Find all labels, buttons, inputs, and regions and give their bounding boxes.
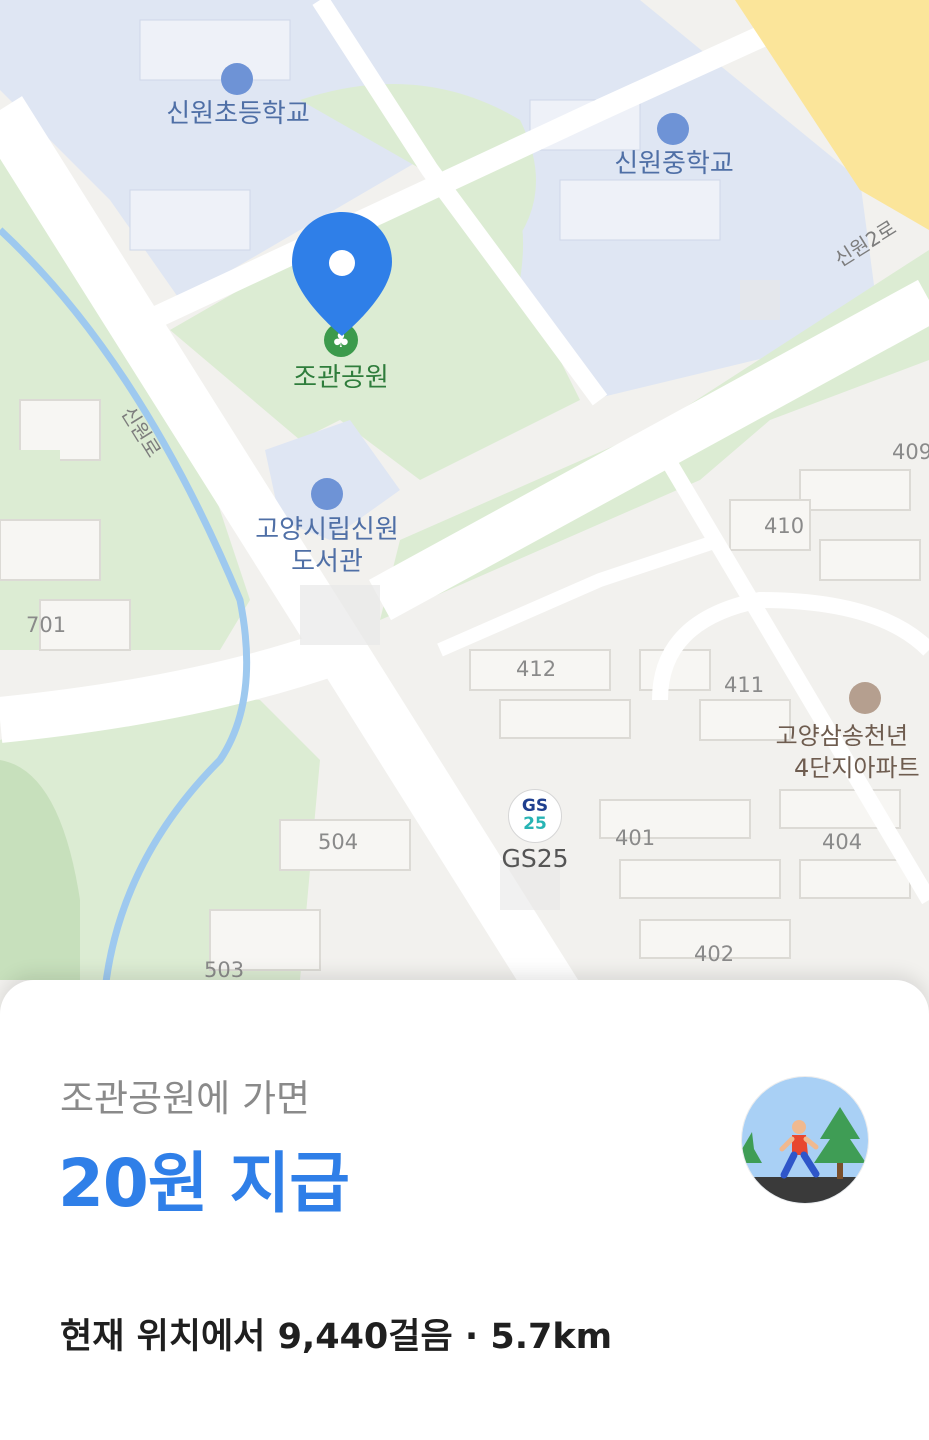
building-number: 504 bbox=[318, 830, 359, 854]
walking-illustration-icon bbox=[741, 1076, 869, 1204]
building-number: 503 bbox=[204, 958, 245, 982]
library-label-line2: 도서관 bbox=[291, 547, 363, 577]
building-number: 411 bbox=[724, 673, 765, 697]
apartment-icon bbox=[849, 682, 881, 714]
library-label-line1: 고양시립신원 bbox=[255, 515, 399, 545]
gs25-store-icon[interactable]: GS 25 bbox=[508, 789, 562, 843]
apartment-label[interactable]: 고양삼송천년 4단지아파트 bbox=[764, 720, 920, 784]
building-number: 402 bbox=[694, 942, 735, 966]
reward-amount: 20원 지급 bbox=[58, 1145, 350, 1222]
gs25-badge-text-top: GS bbox=[521, 796, 549, 816]
location-pin-icon[interactable] bbox=[290, 210, 394, 338]
gs25-badge-text-bottom: 25 bbox=[523, 814, 547, 834]
store-label[interactable]: GS25 bbox=[501, 844, 568, 873]
building-number: 412 bbox=[516, 657, 557, 681]
map-view[interactable]: ♣ GS 25 신원초등학교 신원중학교 조관공원 고양시립신원 도서관 고양삼… bbox=[0, 0, 929, 1000]
distance-info: 현재 위치에서 9,440걸음 · 5.7km bbox=[60, 1317, 613, 1357]
apartment-label-line1: 고양삼송천년 bbox=[775, 722, 909, 750]
bottom-sheet[interactable]: 조관공원에 가면 20원 지급 현재 위치에서 9,440걸음 · 5.7km bbox=[0, 980, 929, 1440]
elementary-school-label[interactable]: 신원초등학교 bbox=[166, 98, 310, 130]
map-canvas[interactable] bbox=[0, 0, 929, 1000]
destination-subtitle: 조관공원에 가면 bbox=[60, 1077, 311, 1120]
apartment-label-line2: 4단지아파트 bbox=[794, 754, 920, 782]
school-icon bbox=[657, 113, 689, 145]
building-number: 410 bbox=[764, 514, 805, 538]
middle-school-label[interactable]: 신원중학교 bbox=[614, 148, 734, 180]
school-icon bbox=[221, 63, 253, 95]
park-label[interactable]: 조관공원 bbox=[293, 357, 389, 394]
building-number: 404 bbox=[822, 830, 863, 854]
building-number: 701 bbox=[26, 613, 67, 637]
library-label[interactable]: 고양시립신원 도서관 bbox=[255, 514, 399, 578]
building-number: 409 bbox=[892, 440, 929, 464]
building-number: 401 bbox=[615, 826, 656, 850]
library-icon bbox=[311, 478, 343, 510]
